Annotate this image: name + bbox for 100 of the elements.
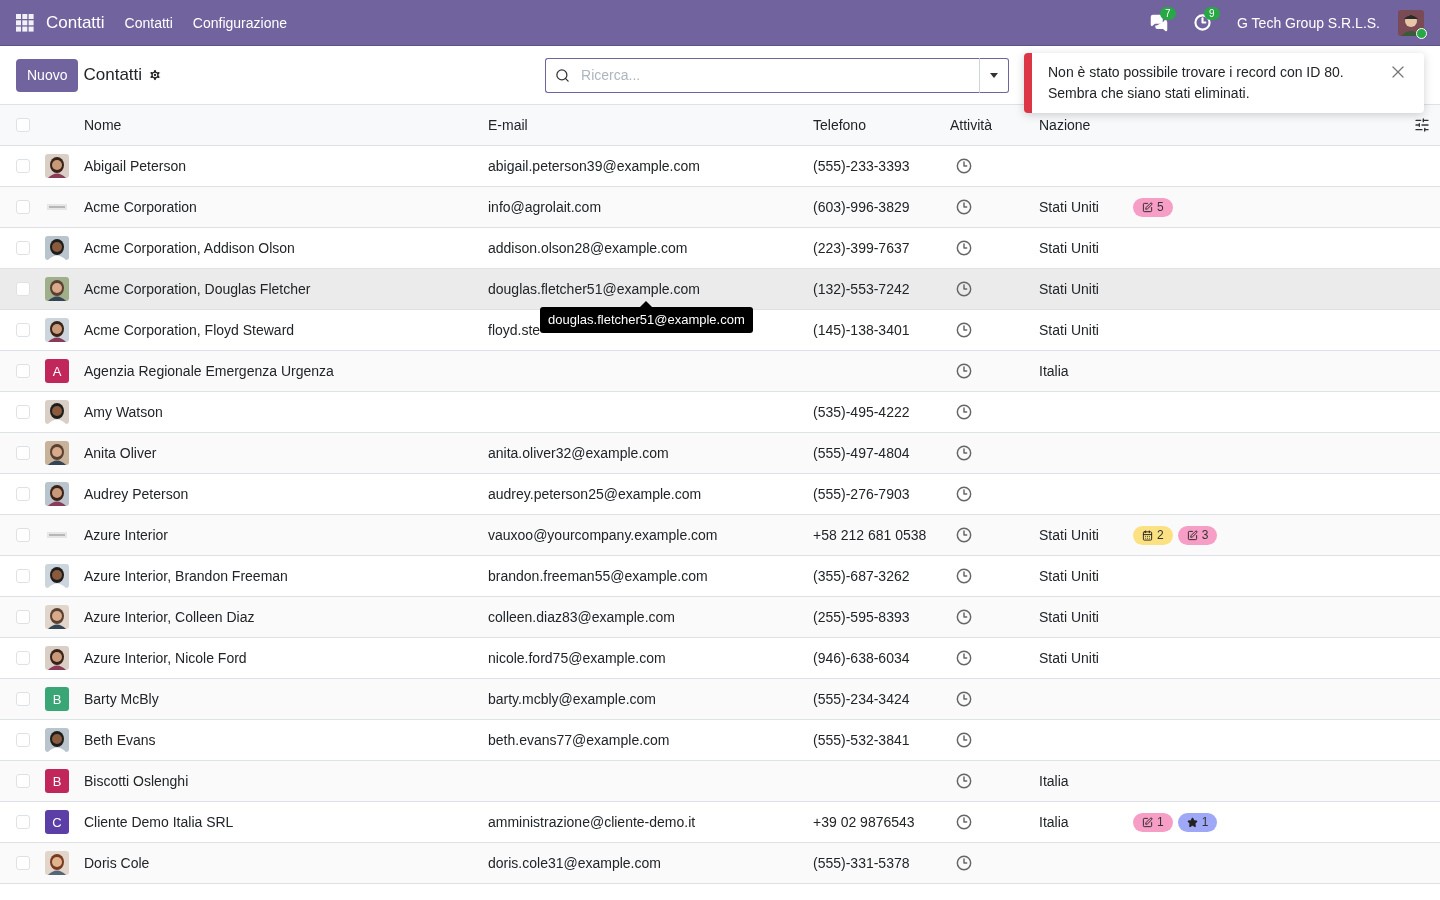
contact-name[interactable]: Audrey Peterson (84, 486, 189, 502)
row-checkbox[interactable] (16, 569, 30, 583)
activity-clock-icon[interactable] (956, 158, 972, 174)
row-checkbox[interactable] (16, 159, 30, 173)
contact-name[interactable]: Doris Cole (84, 855, 150, 871)
row-checkbox[interactable] (16, 446, 30, 460)
contact-name[interactable]: Azure Interior, Nicole Ford (84, 650, 247, 666)
activity-clock-icon[interactable] (956, 732, 972, 748)
activity-tag[interactable]: 1 (1133, 812, 1173, 832)
row-checkbox[interactable] (16, 282, 30, 296)
row-checkbox[interactable] (16, 405, 30, 419)
row-checkbox[interactable] (16, 733, 30, 747)
row-checkbox[interactable] (16, 856, 30, 870)
phone-cell: (255)-595-8393 (813, 609, 910, 625)
activity-tag[interactable]: 5 (1133, 197, 1173, 217)
column-header[interactable]: Telefono (813, 117, 866, 133)
company-name[interactable]: G Tech Group S.R.L.S. (1237, 14, 1380, 31)
contact-name[interactable]: Acme Corporation, Addison Olson (84, 240, 295, 256)
activity-tag[interactable]: 3 (1177, 525, 1218, 545)
row-checkbox[interactable] (16, 651, 30, 665)
table-row[interactable]: Acme Corporation, Douglas Fletcher douglas.fletcher51@example.com (132)-553-7242 Stati Uniti (0, 269, 1440, 310)
phone-cell: (555)-532-3841 (813, 732, 910, 748)
activity-clock-icon[interactable] (956, 445, 972, 461)
contact-name[interactable]: Agenzia Regionale Emergenza Urgenza (84, 363, 334, 379)
phone-cell: (535)-495-4222 (813, 404, 910, 420)
menu-item[interactable]: Contatti (114, 14, 183, 31)
activity-clock-icon[interactable] (956, 322, 972, 338)
table-row[interactable]: Azure Interior vauxoo@yourcompany.example.com +58 212 681 0538 Stati Uniti 2 3 (0, 515, 1440, 556)
app-title[interactable]: Contatti (46, 12, 105, 33)
row-checkbox[interactable] (16, 364, 30, 378)
select-all-checkbox[interactable] (16, 118, 30, 132)
country-cell: Italia (1039, 814, 1069, 830)
row-checkbox[interactable] (16, 774, 30, 788)
contact-name[interactable]: Azure Interior, Colleen Diaz (84, 609, 255, 625)
table-row[interactable]: B Biscotti Oslenghi Italia (0, 761, 1440, 802)
email-cell: vauxoo@yourcompany.example.com (488, 527, 718, 543)
country-cell: Stati Uniti (1039, 650, 1099, 666)
row-checkbox[interactable] (16, 692, 30, 706)
activity-clock-icon[interactable] (956, 609, 972, 625)
table-row[interactable]: A Agenzia Regionale Emergenza Urgenza Italia (0, 351, 1440, 392)
column-header[interactable]: E-mail (488, 117, 528, 133)
activity-clock-icon[interactable] (956, 855, 972, 871)
row-checkbox[interactable] (16, 610, 30, 624)
contact-name[interactable]: Amy Watson (84, 404, 163, 420)
activity-tag[interactable]: 2 (1133, 525, 1173, 545)
row-checkbox[interactable] (16, 200, 30, 214)
contact-name[interactable]: Azure Interior, Brandon Freeman (84, 568, 288, 584)
table-row[interactable]: Azure Interior, Colleen Diaz colleen.diaz83@example.com (255)-595-8393 Stati Uniti (0, 597, 1440, 638)
email-cell: floyd.ste (488, 322, 541, 338)
contact-name[interactable]: Abigail Peterson (84, 158, 186, 174)
contact-name[interactable]: Azure Interior (84, 527, 169, 543)
apps-grid-icon[interactable] (16, 13, 34, 32)
breadcrumb: Contatti (83, 65, 143, 85)
activity-clock-icon[interactable] (956, 486, 972, 502)
row-checkbox[interactable] (16, 241, 30, 255)
activity-clock-icon[interactable] (956, 527, 972, 543)
phone-cell: (355)-687-3262 (813, 568, 910, 584)
email-cell: anita.oliver32@example.com (488, 445, 669, 461)
table-row[interactable]: Doris Cole doris.cole31@example.com (555)-331-5378 (0, 843, 1440, 884)
column-header[interactable]: Nazione (1039, 117, 1091, 133)
activity-clock-icon[interactable] (956, 281, 972, 297)
activity-clock-icon[interactable] (956, 568, 972, 584)
search-field[interactable]: Ricerca... (545, 57, 980, 93)
column-header[interactable]: Nome (84, 117, 122, 133)
table-row[interactable]: Anita Oliver anita.oliver32@example.com (555)-497-4804 (0, 433, 1440, 474)
contact-name[interactable]: Barty McBly (84, 691, 159, 707)
activity-clock-icon[interactable] (956, 650, 972, 666)
contact-name[interactable]: Beth Evans (84, 732, 156, 748)
activity-clock-icon[interactable] (956, 240, 972, 256)
email-cell: douglas.fletcher51@example.com (488, 281, 700, 297)
activity-clock-icon[interactable] (956, 814, 972, 830)
phone-cell: (603)-996-3829 (813, 199, 910, 215)
activity-clock-icon[interactable] (956, 363, 972, 379)
letter-avatar: B (45, 769, 69, 793)
row-checkbox[interactable] (16, 323, 30, 337)
column-header[interactable]: Attività (950, 117, 992, 133)
phone-cell: +39 02 9876543 (813, 814, 915, 830)
contact-name[interactable]: Acme Corporation (84, 199, 197, 215)
activity-clock-icon[interactable] (956, 773, 972, 789)
activity-tag[interactable]: 1 (1177, 812, 1218, 832)
contact-name[interactable]: Biscotti Oslenghi (84, 773, 189, 789)
row-checkbox[interactable] (16, 815, 30, 829)
row-checkbox[interactable] (16, 528, 30, 542)
menu-item[interactable]: Configurazione (182, 14, 297, 31)
search-options-button[interactable] (979, 57, 1010, 93)
new-button[interactable]: Nuovo (16, 58, 79, 92)
contact-name[interactable]: Acme Corporation, Floyd Steward (84, 322, 295, 338)
contact-name[interactable]: Cliente Demo Italia SRL (84, 814, 234, 830)
column-settings-icon[interactable] (1414, 117, 1430, 133)
contact-name[interactable]: Acme Corporation, Douglas Fletcher (84, 281, 311, 297)
row-checkbox[interactable] (16, 487, 30, 501)
activity-clock-icon[interactable] (956, 691, 972, 707)
activity-clock-icon[interactable] (956, 404, 972, 420)
email-cell: abigail.peterson39@example.com (488, 158, 700, 174)
table-row[interactable]: B Barty McBly barty.mcbly@example.com (555)-234-3424 (0, 679, 1440, 720)
settings-icon[interactable] (148, 68, 163, 82)
table-row[interactable]: Acme Corporation info@agrolait.com (603)-996-3829 Stati Uniti 5 (0, 187, 1440, 228)
contact-name[interactable]: Anita Oliver (84, 445, 157, 461)
activity-clock-icon[interactable] (956, 199, 972, 215)
note-icon (1186, 529, 1198, 541)
